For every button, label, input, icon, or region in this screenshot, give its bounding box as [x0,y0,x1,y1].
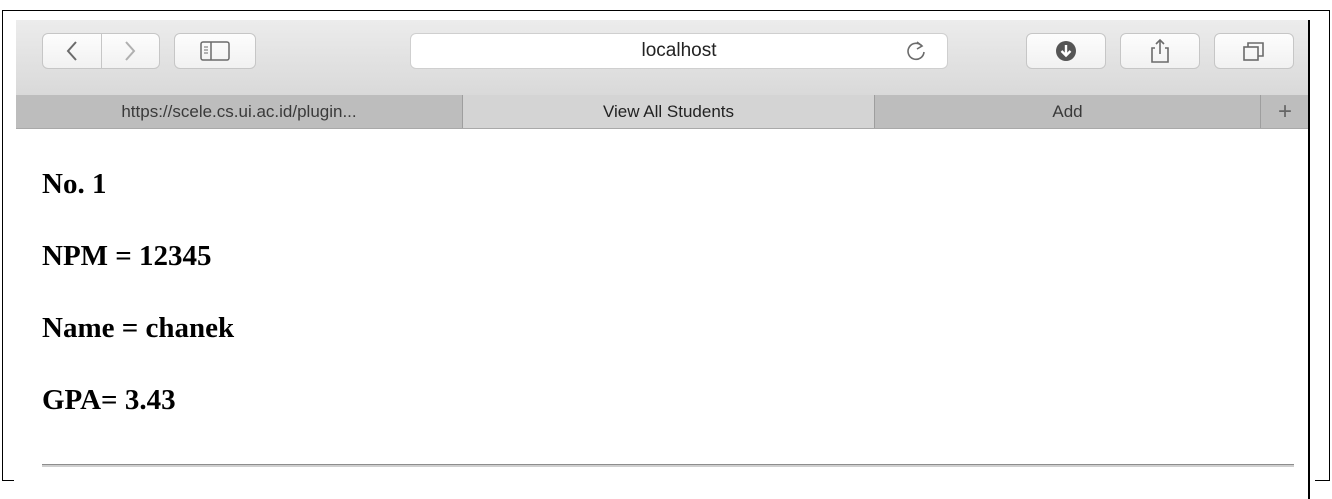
frame-border [2,10,1330,11]
student-number: No. 1 [42,168,107,200]
frame-border [2,10,3,480]
browser-window: localhost https://scele.cs.ui.ac.id/plug… [16,20,1309,499]
address-text: localhost [641,40,717,61]
tab-bar: https://scele.cs.ui.ac.id/plugin... View… [16,95,1309,129]
share-icon [1151,38,1169,63]
frame-border [1308,20,1310,499]
nav-buttons [42,33,160,69]
new-tab-button[interactable]: + [1261,95,1309,128]
share-button[interactable] [1120,33,1200,69]
downloads-button[interactable] [1026,33,1106,69]
chevron-right-icon [125,41,136,61]
tabs-overview-icon [1243,42,1264,61]
student-npm: NPM = 12345 [42,240,212,272]
student-gpa: GPA= 3.43 [42,384,176,416]
browser-toolbar: localhost [16,20,1309,96]
forward-button[interactable] [102,40,160,62]
frame-border [1329,10,1330,480]
reload-icon[interactable] [905,40,927,62]
tab-add[interactable]: Add [875,95,1261,128]
sidebar-icon [200,41,230,61]
student-name: Name = chanek [42,312,235,344]
tab-view-all-students[interactable]: View All Students [463,95,875,128]
chevron-left-icon [66,41,77,61]
download-icon [1056,41,1076,61]
tab-scele[interactable]: https://scele.cs.ui.ac.id/plugin... [16,95,463,128]
horizontal-rule [42,464,1294,467]
frame-border [2,480,14,481]
address-bar[interactable]: localhost [410,33,948,69]
show-tabs-button[interactable] [1214,33,1294,69]
sidebar-button[interactable] [174,33,256,69]
frame-border [1315,480,1330,481]
back-button[interactable] [43,40,101,62]
